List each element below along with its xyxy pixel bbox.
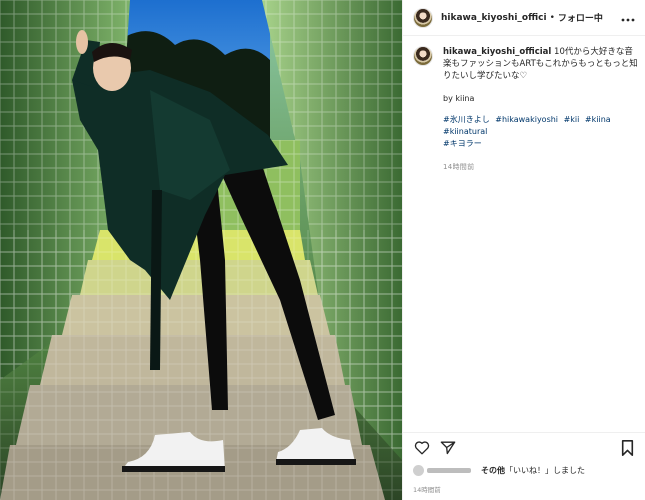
post-date[interactable]: 14時間前 xyxy=(413,484,441,494)
following-button[interactable]: フォロー中 xyxy=(558,11,603,24)
likes-text[interactable]: その他「いいね！」しました xyxy=(481,465,585,476)
caption-block: hikawa_kiyoshi_official 10代から大好きな音楽もファッシ… xyxy=(413,46,639,172)
post-header: hikawa_kiyoshi_offici • フォロー中 xyxy=(403,0,645,36)
caption-avatar[interactable] xyxy=(413,46,433,66)
action-bar xyxy=(403,432,645,462)
caption-timestamp[interactable]: 14時間前 xyxy=(443,162,639,172)
heart-icon[interactable] xyxy=(411,437,433,459)
hashtag-link[interactable]: #kii xyxy=(564,115,580,124)
bookmark-icon[interactable] xyxy=(616,437,638,459)
more-horizontal-icon[interactable] xyxy=(618,8,638,28)
hashtag-link[interactable]: #kiina xyxy=(585,115,611,124)
author-avatar[interactable] xyxy=(413,7,433,28)
hashtag-list: #氷川きよし #hikawakiyoshi #kii #kiina #kiina… xyxy=(443,114,639,150)
header-separator: • xyxy=(549,12,555,23)
hashtag-link[interactable]: #氷川きよし xyxy=(443,115,490,124)
post-photo[interactable] xyxy=(0,0,402,500)
liker-name-redacted xyxy=(427,467,471,473)
caption-username[interactable]: hikawa_kiyoshi_official xyxy=(443,47,551,57)
likes-others: その他 xyxy=(481,465,505,475)
likes-suffix: しました xyxy=(553,465,585,475)
likes-summary: その他「いいね！」しました xyxy=(413,462,643,478)
author-username[interactable]: hikawa_kiyoshi_offici xyxy=(441,13,547,23)
liker-avatar[interactable] xyxy=(413,464,424,476)
hashtag-link[interactable]: #hikawakiyoshi xyxy=(495,115,558,124)
post-side-panel: hikawa_kiyoshi_offici • フォロー中 hikawa_kiy… xyxy=(402,0,645,500)
share-icon[interactable] xyxy=(437,437,459,459)
hashtag-link[interactable]: #kiinatural xyxy=(443,127,487,136)
caption-byline: by kiina xyxy=(443,94,475,103)
hashtag-link[interactable]: #キヨラー xyxy=(443,139,482,148)
likes-quote: 「いいね！」 xyxy=(505,465,553,475)
caption-text: hikawa_kiyoshi_official 10代から大好きな音楽もファッシ… xyxy=(443,46,639,82)
photo-illustration xyxy=(0,0,402,500)
